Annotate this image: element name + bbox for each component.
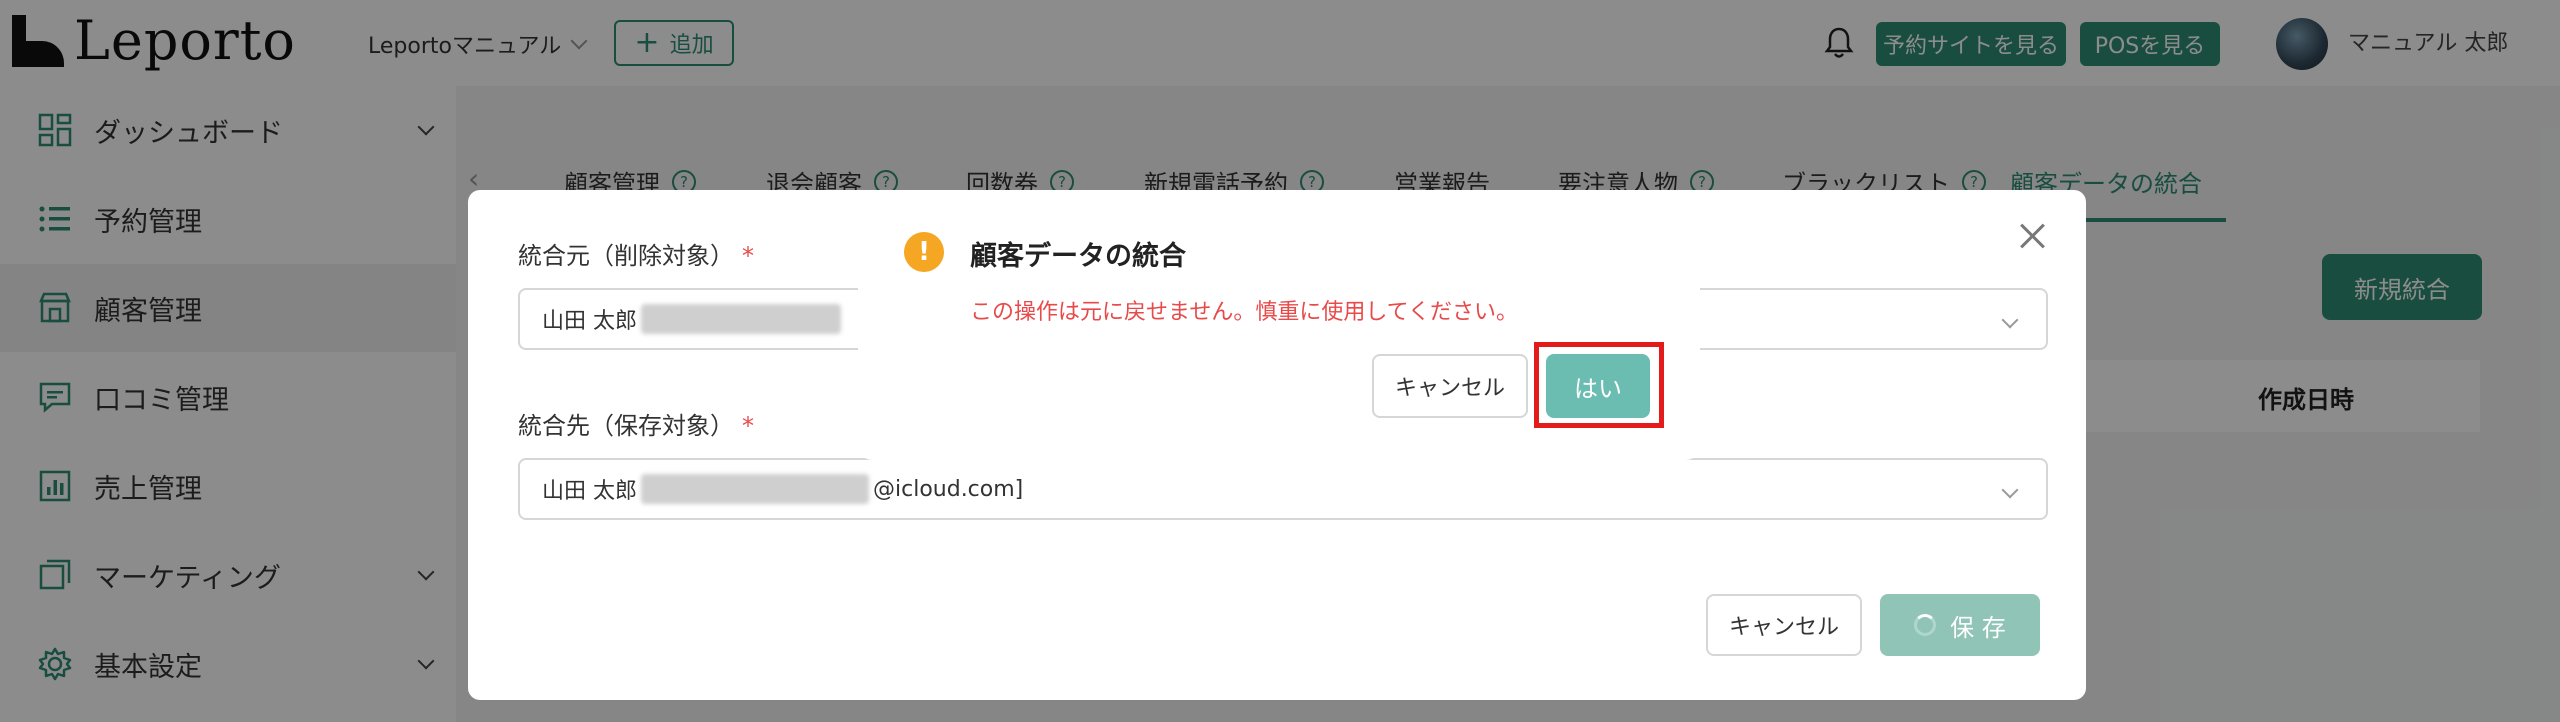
warning-icon: !	[904, 232, 944, 272]
merge-cancel-button[interactable]: キャンセル	[1706, 594, 1862, 656]
confirm-message: この操作は元に戻せません。慎重に使用してください。	[970, 300, 1519, 325]
source-customer-name: 山田 太郎	[542, 309, 637, 334]
source-label: 統合元（削除対象） *	[518, 236, 754, 271]
merge-save-button[interactable]: 保 存	[1880, 594, 2040, 656]
redacted-email	[641, 304, 841, 334]
confirm-dialog: ! 顧客データの統合 この操作は元に戻せません。慎重に使用してください。 キャン…	[858, 190, 1700, 460]
target-customer-select[interactable]: 山田 太郎 @icloud.com]	[518, 458, 2048, 520]
required-mark: *	[742, 242, 754, 270]
confirm-title: 顧客データの統合	[970, 241, 1186, 272]
target-email-suffix: @icloud.com]	[873, 476, 1024, 502]
target-label-text: 統合先（保存対象）	[518, 412, 734, 440]
chevron-down-icon	[2001, 481, 2019, 499]
target-label: 統合先（保存対象） *	[518, 406, 754, 441]
chevron-down-icon	[2001, 311, 2019, 329]
confirm-yes-button[interactable]: はい	[1546, 354, 1650, 418]
save-button-label: 保 存	[1950, 613, 2006, 642]
redacted-email	[641, 474, 869, 504]
close-icon[interactable]	[2016, 220, 2048, 252]
confirm-cancel-button[interactable]: キャンセル	[1372, 354, 1528, 418]
loading-spinner-icon	[1914, 614, 1937, 636]
source-label-text: 統合元（削除対象）	[518, 242, 734, 270]
required-mark: *	[742, 412, 754, 440]
target-customer-name: 山田 太郎	[542, 479, 637, 504]
